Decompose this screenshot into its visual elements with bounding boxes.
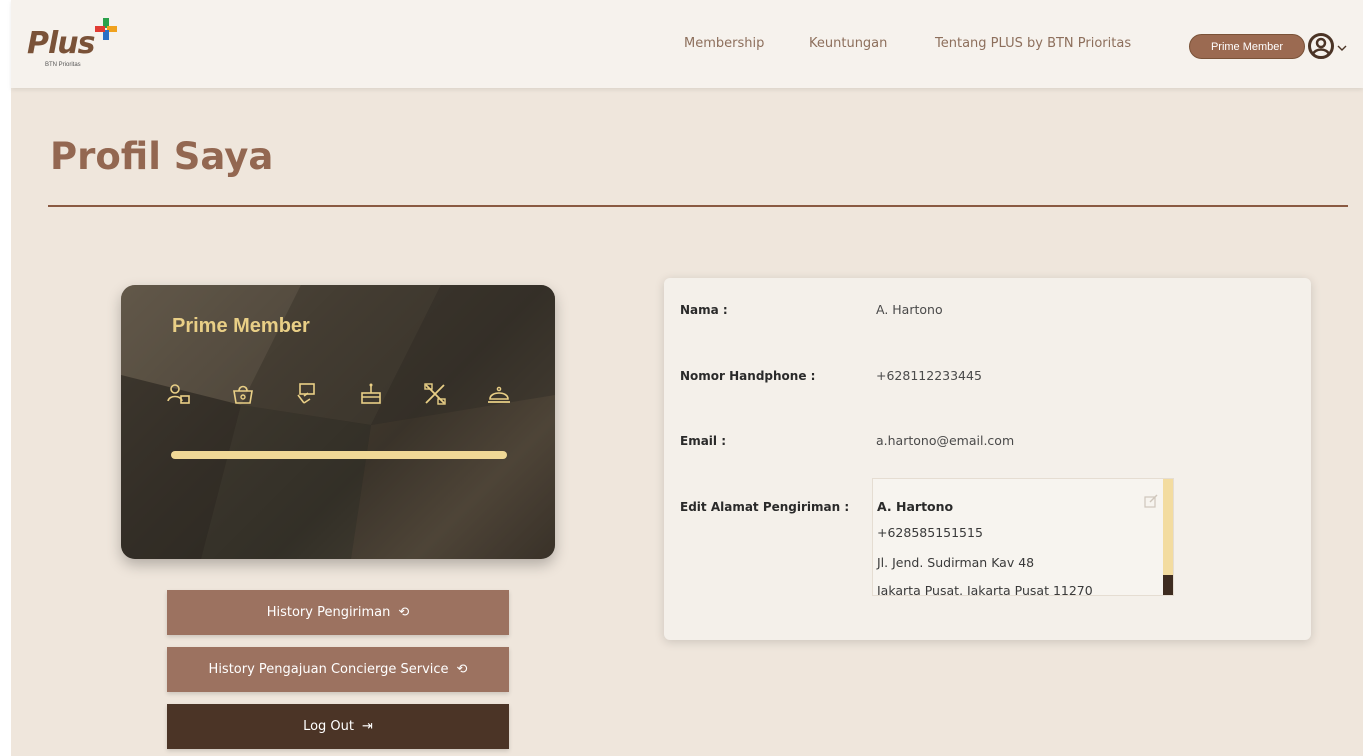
history-icon: ⟲: [398, 605, 410, 620]
email-value: a.hartono@email.com: [876, 433, 1015, 448]
phone-label: Nomor Handphone :: [680, 369, 816, 383]
dining-icon: [424, 383, 446, 405]
ticket-hand-icon: [297, 383, 315, 404]
nav-link-keuntungan[interactable]: Keuntungan: [809, 36, 887, 51]
chevron-down-icon: [1337, 45, 1347, 51]
address-city: Jakarta Pusat, Jakarta Pusat 11270: [877, 583, 1093, 596]
member-card: Prime Member: [121, 285, 555, 559]
cake-icon: [361, 383, 381, 404]
title-divider: [48, 205, 1348, 207]
logout-button[interactable]: Log Out ⇥: [167, 704, 509, 749]
user-circle-icon: [1308, 33, 1334, 59]
left-edge: [0, 0, 11, 756]
card-progress-bar: [171, 451, 507, 459]
shopping-bag-icon: [233, 385, 253, 404]
email-label: Email :: [680, 434, 727, 448]
sign-out-icon: ⇥: [362, 719, 373, 734]
page-title: Profil Saya: [50, 135, 274, 178]
nav-link-tentang[interactable]: Tentang PLUS by BTN Prioritas: [935, 36, 1131, 51]
scrollbar-thumb[interactable]: [1163, 575, 1173, 595]
name-value: A. Hartono: [876, 302, 943, 317]
logout-label: Log Out: [303, 719, 354, 734]
address-street: Jl. Jend. Sudirman Kav 48: [877, 555, 1035, 570]
phone-value: +628112233445: [876, 368, 982, 383]
nav-links: Membership Keuntungan Tentang PLUS by BT…: [11, 36, 1363, 60]
address-phone: +628585151515: [877, 525, 983, 540]
address-label: Edit Alamat Pengiriman :: [680, 500, 850, 514]
top-navbar: Plus BTN Prioritas Membership Keuntungan…: [11, 0, 1363, 88]
history-concierge-button[interactable]: History Pengajuan Concierge Service ⟲: [167, 647, 509, 692]
address-scrollbar[interactable]: [1163, 479, 1173, 595]
nav-link-membership[interactable]: Membership: [684, 36, 764, 51]
edit-icon[interactable]: [1143, 493, 1159, 509]
history-shipping-button[interactable]: History Pengiriman ⟲: [167, 590, 509, 635]
history-icon: ⟲: [456, 662, 468, 677]
member-tier-badge[interactable]: Prime Member: [1189, 34, 1305, 59]
user-menu[interactable]: [1307, 32, 1351, 60]
users-icon: [167, 384, 190, 404]
shipping-address-box[interactable]: A. Hartono +628585151515 Jl. Jend. Sudir…: [872, 478, 1174, 596]
address-name: A. Hartono: [877, 499, 954, 514]
history-shipping-label: History Pengiriman: [266, 605, 391, 620]
card-benefit-icons: [166, 381, 516, 409]
profile-info-panel: Nama : A. Hartono Nomor Handphone : +628…: [664, 278, 1311, 640]
brand-subtitle: BTN Prioritas: [45, 62, 81, 68]
history-concierge-label: History Pengajuan Concierge Service: [208, 662, 449, 677]
cloche-icon: [488, 386, 510, 403]
card-title: Prime Member: [172, 315, 310, 337]
name-label: Nama :: [680, 303, 728, 317]
